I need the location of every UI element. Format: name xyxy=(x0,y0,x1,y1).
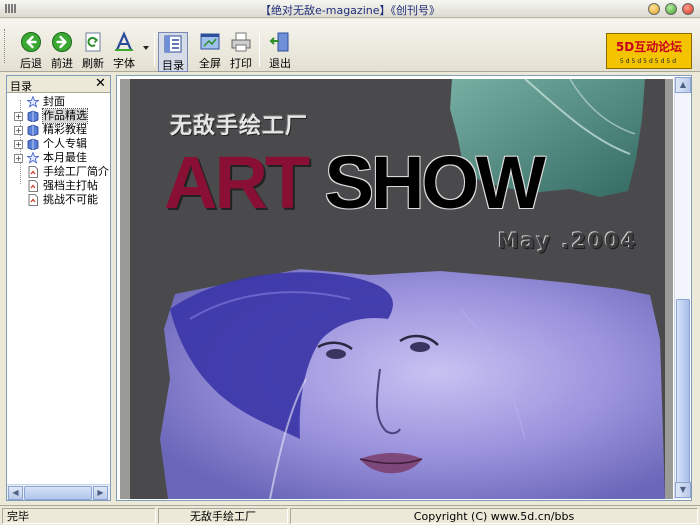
status-middle: 无敌手绘工厂 xyxy=(158,508,288,524)
scrollbar-thumb[interactable] xyxy=(24,486,92,500)
refresh-button[interactable]: 刷新 xyxy=(76,31,110,71)
expand-icon[interactable]: + xyxy=(14,154,23,163)
title-bar: 【绝对无敌e-magazine】《创刊号》 xyxy=(0,0,700,18)
close-button[interactable] xyxy=(682,3,694,15)
cover-title-art: ART xyxy=(164,141,310,224)
content-viewer: 无敌手绘工厂 ART SHOW May .2004 ▲ ▼ xyxy=(116,75,692,501)
back-arrow-icon xyxy=(21,32,41,52)
exit-button[interactable]: 退出 xyxy=(263,31,297,71)
forum-logo[interactable]: 5D互动论坛 5d5d5d5d5d xyxy=(606,33,692,69)
toolbar-separator xyxy=(259,33,260,67)
page-icon xyxy=(28,180,38,192)
status-right: Copyright (C) www.5d.cn/bbs xyxy=(290,508,698,524)
font-button[interactable]: 字体 xyxy=(107,31,141,71)
fullscreen-button[interactable]: 全屏 xyxy=(193,31,227,71)
sidebar-header: 目录 ✕ xyxy=(7,76,110,93)
fullscreen-icon xyxy=(200,33,220,50)
book-icon xyxy=(27,110,39,122)
refresh-icon xyxy=(85,32,101,52)
cover-title-show: SHOW xyxy=(324,141,546,224)
cover-title: ART SHOW xyxy=(164,141,546,224)
tree-item-cover[interactable]: 封面 xyxy=(7,95,110,109)
print-button[interactable]: 打印 xyxy=(224,31,258,71)
tree-item-albums[interactable]: + 个人专辑 xyxy=(7,137,110,151)
back-button[interactable]: 后退 xyxy=(14,31,48,71)
toolbar-grip[interactable] xyxy=(4,29,7,63)
tree-item-challenge[interactable]: 挑战不可能 xyxy=(7,193,110,207)
status-left: 完毕 xyxy=(2,508,156,524)
page-background: 无敌手绘工厂 ART SHOW May .2004 xyxy=(120,79,673,499)
minimize-button[interactable] xyxy=(648,3,660,15)
toc-button[interactable]: 目录 xyxy=(158,32,188,72)
toolbar: 后退 前进 刷新 字体 目录 全屏 打印 退出 5D互动论坛 5d5d5d5d5… xyxy=(0,19,700,72)
book-icon xyxy=(27,124,39,136)
tree-item-top-posts[interactable]: 强档主打帖 xyxy=(7,179,110,193)
scroll-down-icon[interactable]: ▼ xyxy=(675,482,691,498)
exit-door-icon xyxy=(269,32,289,52)
window-title: 【绝对无敌e-magazine】《创刊号》 xyxy=(260,4,440,17)
star-icon xyxy=(27,96,39,108)
page-icon xyxy=(28,166,38,178)
sidebar-close-icon[interactable]: ✕ xyxy=(95,76,106,91)
magazine-cover: 无敌手绘工厂 ART SHOW May .2004 xyxy=(130,79,665,499)
scroll-up-icon[interactable]: ▲ xyxy=(675,77,691,93)
page-icon xyxy=(28,194,38,206)
tree-item-best-of-month[interactable]: + 本月最佳 xyxy=(7,151,110,165)
sidebar-horizontal-scrollbar[interactable]: ◀ ▶ xyxy=(7,484,110,500)
scroll-right-icon[interactable]: ▶ xyxy=(93,486,108,500)
toc-icon xyxy=(164,35,182,53)
status-bar: 完毕 无敌手绘工厂 Copyright (C) www.5d.cn/bbs xyxy=(0,505,700,525)
maximize-button[interactable] xyxy=(665,3,677,15)
toolbar-separator xyxy=(154,33,155,67)
scroll-left-icon[interactable]: ◀ xyxy=(8,486,23,500)
printer-icon xyxy=(231,32,251,52)
cover-subtitle: 无敌手绘工厂 xyxy=(170,114,309,139)
expand-icon[interactable]: + xyxy=(14,140,23,149)
book-icon xyxy=(27,138,39,150)
cover-date: May .2004 xyxy=(498,229,638,253)
forward-arrow-icon xyxy=(52,32,72,52)
tree-item-featured[interactable]: + 作品精选 xyxy=(7,108,110,124)
toc-tree: 封面 + 作品精选 + 精彩教程 + 个人专辑 + 本月最佳 手绘工厂简介 强档… xyxy=(7,95,110,207)
expand-icon[interactable]: + xyxy=(14,112,23,121)
font-dropdown-arrow-icon[interactable] xyxy=(143,46,149,50)
star-icon xyxy=(27,152,39,164)
scrollbar-thumb[interactable] xyxy=(676,299,690,485)
content-vertical-scrollbar[interactable]: ▲ ▼ xyxy=(674,77,691,499)
forward-button[interactable]: 前进 xyxy=(45,31,79,71)
tree-item-intro[interactable]: 手绘工厂简介 xyxy=(7,165,110,179)
expand-icon[interactable]: + xyxy=(14,126,23,135)
tree-item-tutorials[interactable]: + 精彩教程 xyxy=(7,123,110,137)
font-icon xyxy=(115,31,133,51)
toc-sidebar: 目录 ✕ 封面 + 作品精选 + 精彩教程 + 个人专辑 + 本月最佳 手绘工厂… xyxy=(6,75,111,501)
